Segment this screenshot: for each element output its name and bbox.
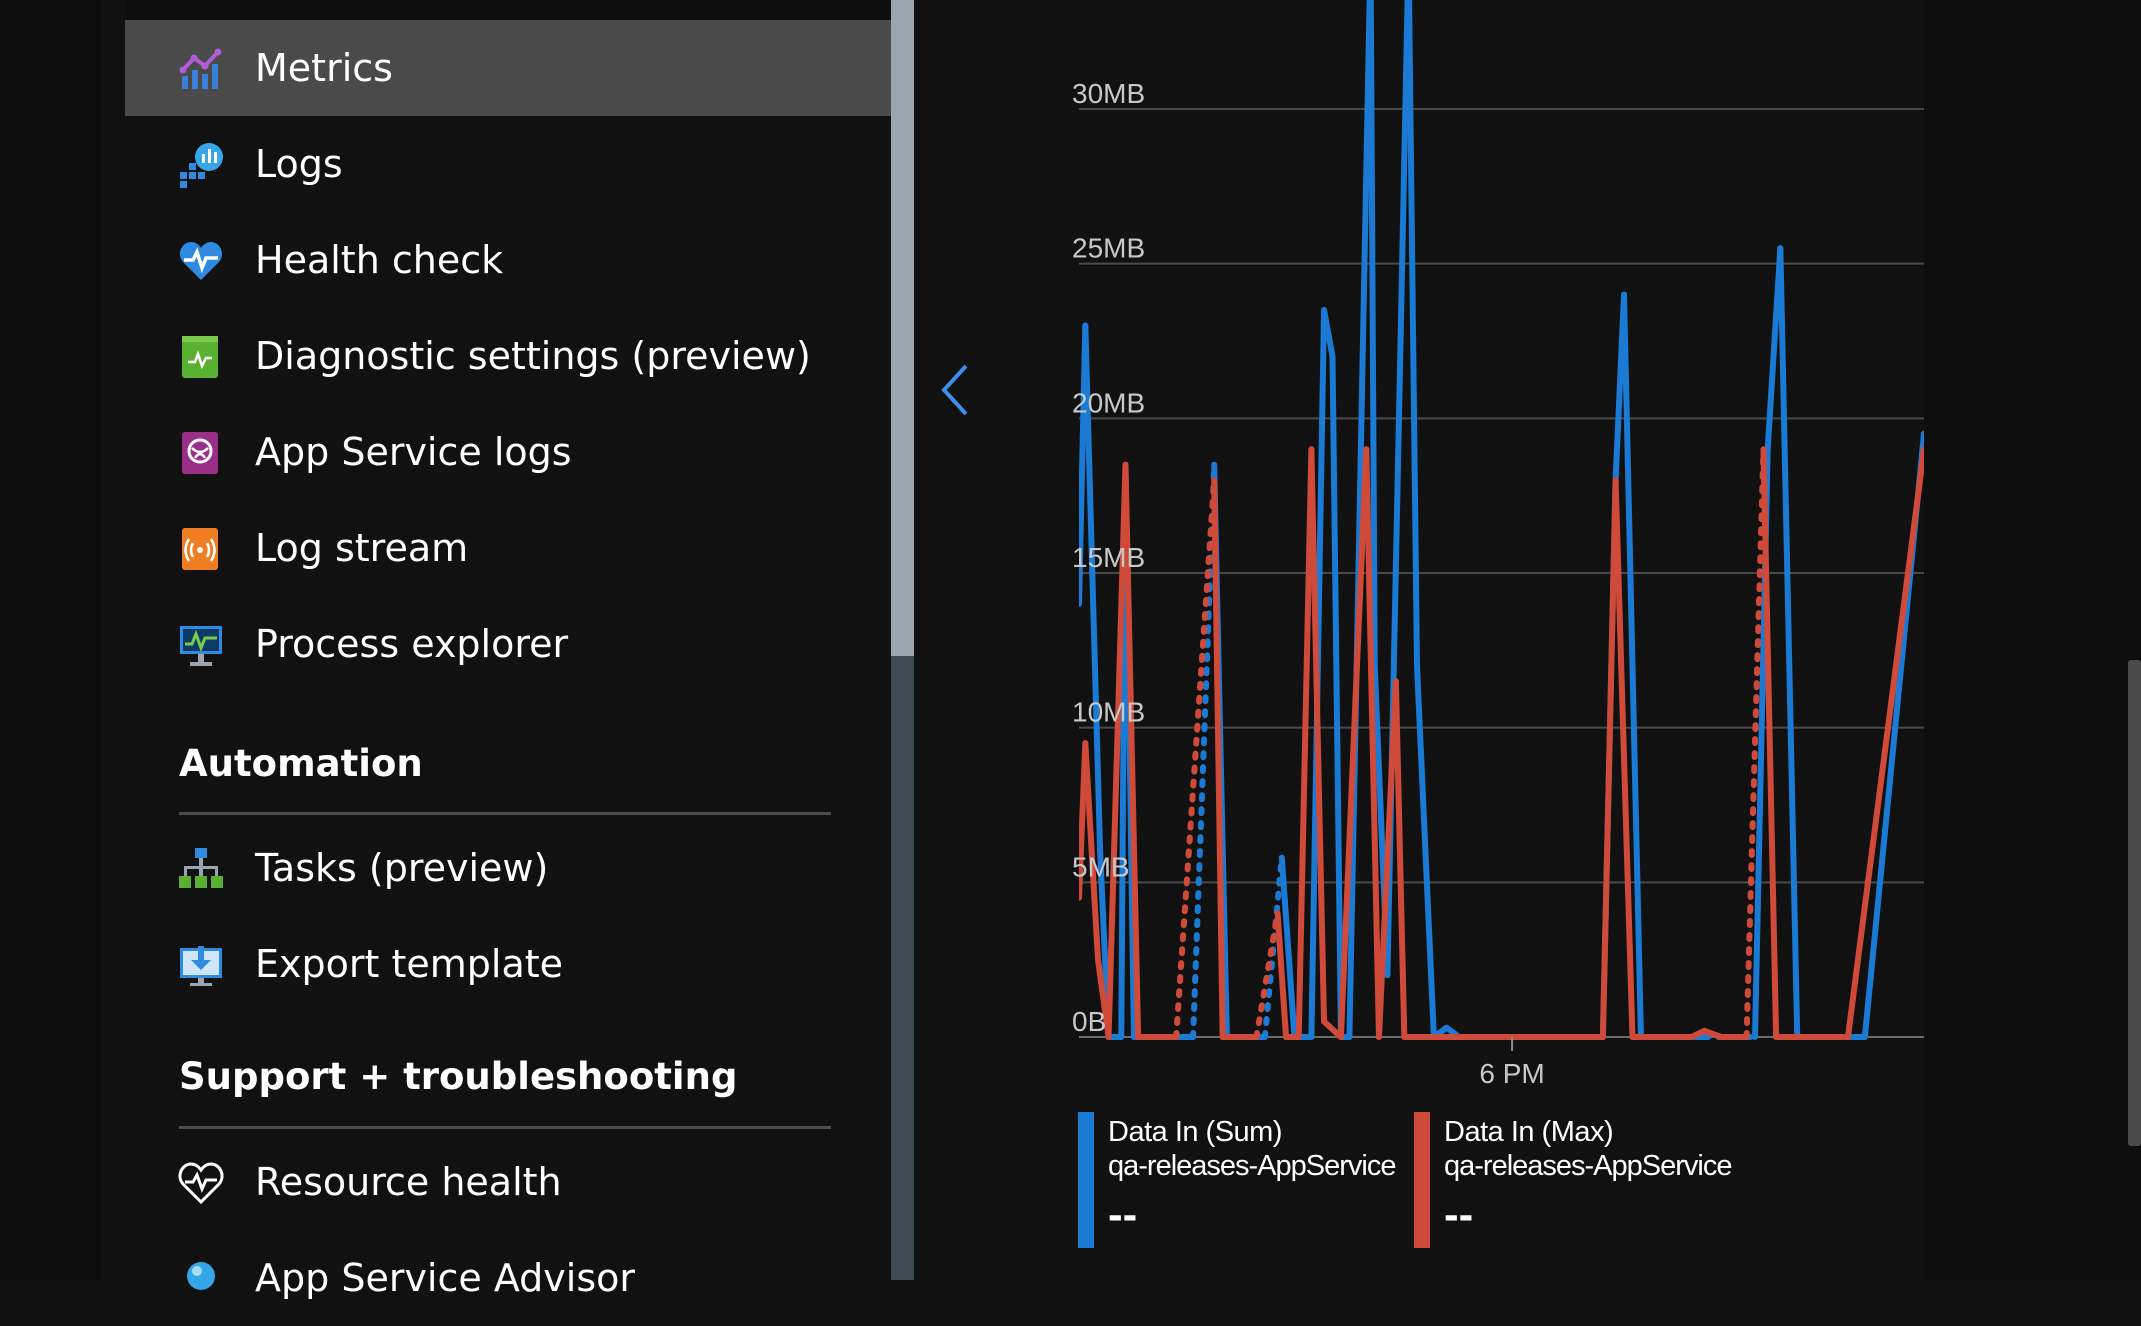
legend-value: -- — [1444, 1190, 1474, 1239]
resource-health-icon — [178, 1160, 224, 1206]
legend-swatch — [1414, 1112, 1430, 1248]
sidebar-item-export-template[interactable]: Export template — [125, 916, 891, 1012]
export-template-icon — [178, 942, 224, 988]
sidebar-item-app-service-logs[interactable]: App Service logs — [125, 404, 891, 500]
sidebar-item-app-service-advisor[interactable]: App Service Advisor — [125, 1230, 891, 1326]
diagnostic-settings-icon — [178, 334, 224, 380]
section-divider — [179, 1126, 831, 1129]
section-heading-support-troubleshooting: Support + troubleshooting — [179, 1055, 738, 1098]
sidebar-item-process-explorer[interactable]: Process explorer — [125, 596, 891, 692]
sidebar-item-label: App Service logs — [255, 430, 572, 474]
sidebar-item-label: App Service Advisor — [255, 1256, 635, 1300]
section-divider — [179, 812, 831, 815]
sidebar-top-strip — [125, 0, 891, 20]
metrics-icon — [178, 46, 224, 92]
app-service-advisor-icon — [178, 1256, 224, 1302]
sidebar-item-label: Diagnostic settings (preview) — [255, 334, 811, 378]
sidebar-item-label: Export template — [255, 942, 564, 986]
sidebar-item-health-check[interactable]: Health check — [125, 212, 891, 308]
process-explorer-icon — [178, 622, 224, 668]
legend-resource-name: qa-releases-AppService — [1444, 1150, 1732, 1182]
legend-series-name: Data In (Sum) — [1108, 1116, 1283, 1148]
legend-swatch — [1078, 1112, 1094, 1248]
collapse-sidebar-chevron-left-icon[interactable] — [938, 360, 974, 420]
sidebar-item-label: Metrics — [255, 46, 393, 90]
sidebar-item-metrics[interactable]: Metrics — [125, 20, 891, 116]
sidebar-item-tasks[interactable]: Tasks (preview) — [125, 820, 891, 916]
log-stream-icon — [178, 526, 224, 572]
app-service-logs-icon — [178, 430, 224, 476]
sidebar-item-label: Health check — [255, 238, 504, 282]
legend-series-name: Data In (Max) — [1444, 1116, 1614, 1148]
logs-icon — [178, 142, 224, 188]
sidebar-item-logs[interactable]: Logs — [125, 116, 891, 212]
tasks-icon — [178, 846, 224, 892]
left-gutter — [0, 0, 101, 1280]
sidebar-item-label: Logs — [255, 142, 343, 186]
metrics-chart-panel — [914, 0, 1924, 1280]
section-heading-automation: Automation — [179, 742, 423, 785]
resource-menu-sidebar: Metrics Logs Health check Diagnostic set… — [101, 0, 891, 1300]
sidebar-item-label: Process explorer — [255, 622, 569, 666]
right-gutter — [1924, 0, 2141, 1280]
health-check-icon — [178, 238, 224, 284]
sidebar-scroll-thumb[interactable] — [891, 0, 914, 656]
sidebar-item-label: Tasks (preview) — [255, 846, 549, 890]
legend-value: -- — [1108, 1190, 1138, 1239]
sidebar-item-log-stream[interactable]: Log stream — [125, 500, 891, 596]
page-scrollbar[interactable] — [2128, 660, 2141, 1146]
legend-resource-name: qa-releases-AppService — [1108, 1150, 1396, 1182]
sidebar-item-label: Log stream — [255, 526, 469, 570]
sidebar-item-label: Resource health — [255, 1160, 562, 1204]
sidebar-item-diagnostic-settings[interactable]: Diagnostic settings (preview) — [125, 308, 891, 404]
sidebar-item-resource-health[interactable]: Resource health — [125, 1134, 891, 1230]
